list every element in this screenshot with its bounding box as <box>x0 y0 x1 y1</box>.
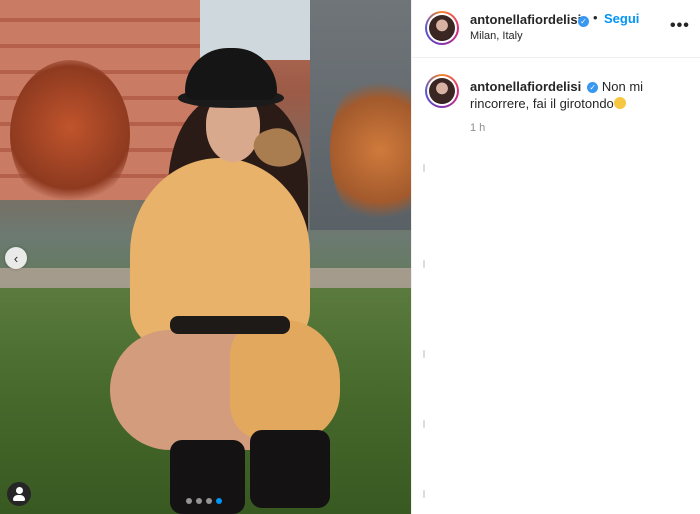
carousel-dot <box>216 498 222 504</box>
header-username[interactable]: antonellafiordelisi <box>470 12 581 27</box>
separator-dot: • <box>593 10 598 25</box>
tagged-users-button[interactable] <box>7 482 31 506</box>
caption-timestamp[interactable]: 1 h <box>470 122 485 134</box>
photo-dress <box>230 320 340 440</box>
post-photo[interactable]: ‹ <box>0 0 411 514</box>
post-header: antonellafiordelisi ✓ • Segui Milan, Ita… <box>412 0 700 58</box>
carousel-dot <box>196 498 202 504</box>
carousel-indicator <box>186 498 222 504</box>
scroll-gutter-marks <box>423 150 425 500</box>
verified-badge-icon: ✓ <box>587 82 599 94</box>
verified-badge-icon: ✓ <box>578 16 589 28</box>
caption-username[interactable]: antonellafiordelisi <box>470 79 581 94</box>
carousel-dot <box>206 498 212 504</box>
caption-avatar[interactable] <box>425 74 459 108</box>
smiling-face-emoji-icon <box>613 97 626 109</box>
follow-button[interactable]: Segui <box>604 11 639 26</box>
carousel-prev-button[interactable]: ‹ <box>5 247 27 269</box>
post-side-panel: antonellafiordelisi ✓ • Segui Milan, Ita… <box>411 0 700 514</box>
photo-tree-left <box>10 60 130 210</box>
photo-belt <box>170 316 290 334</box>
chevron-left-icon: ‹ <box>13 250 19 266</box>
photo-boot-right <box>250 430 330 508</box>
more-options-icon[interactable]: ••• <box>670 17 690 35</box>
carousel-dot <box>186 498 192 504</box>
location-link[interactable]: Milan, Italy <box>470 30 523 42</box>
avatar[interactable] <box>425 11 459 45</box>
caption-text-block: antonellafiordelisi ✓ Non mi rincorrere, … <box>470 78 660 112</box>
